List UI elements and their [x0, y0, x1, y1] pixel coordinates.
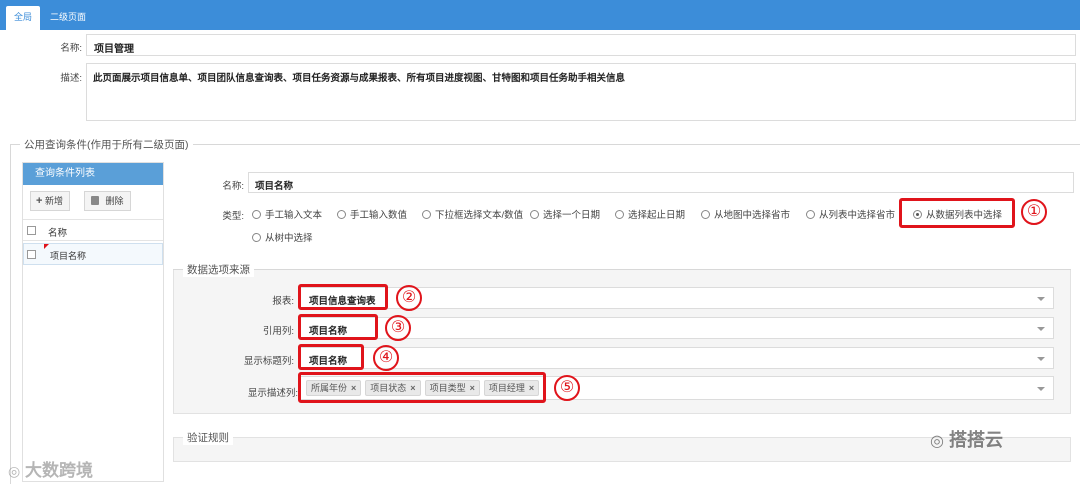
highlight-box-4 [298, 344, 364, 370]
highlight-box-1 [899, 198, 1015, 228]
marker-5: ⑤ [554, 375, 580, 401]
type-radio-list[interactable]: 从列表中选择省市 [806, 207, 895, 221]
desc-col-label: 显示描述列: [247, 388, 298, 399]
watermark-right: ◎ 搭搭云 [930, 430, 1003, 450]
list-header-row: 名称 [23, 219, 163, 241]
add-label: 新增 [44, 196, 63, 206]
radio-icon [252, 210, 261, 219]
marker-1: ① [1021, 199, 1047, 225]
detail-name-value: 项目名称 [255, 181, 294, 192]
chevron-down-icon [1037, 297, 1045, 301]
detail-name-field[interactable]: 项目名称 [248, 172, 1074, 193]
data-source-legend: 数据选项来源 [183, 262, 254, 277]
highlight-box-2 [298, 284, 388, 310]
type-radio-text[interactable]: 手工输入文本 [252, 207, 322, 221]
name-field[interactable]: 项目管理 [86, 34, 1076, 56]
trash-icon [91, 196, 99, 205]
marker-4: ④ [373, 345, 399, 371]
radio-icon [615, 210, 624, 219]
type-radio-date-range[interactable]: 选择起止日期 [615, 207, 685, 221]
top-tab-bar: 全局 二级页面 [0, 0, 1080, 30]
name-value: 项目管理 [94, 44, 134, 55]
title-col-label: 显示标题列: [243, 356, 294, 367]
highlight-box-3 [298, 314, 378, 340]
add-button[interactable]: + 新增 [30, 191, 70, 211]
radio-icon [337, 210, 346, 219]
radio-icon [252, 233, 261, 242]
delete-button[interactable]: 删除 [84, 191, 131, 211]
radio-icon [701, 210, 710, 219]
type-radio-tree[interactable]: 从树中选择 [252, 230, 313, 244]
desc-field[interactable]: 此页面展示项目信息单、项目团队信息查询表、项目任务资源与成果报表、所有项目进度视… [86, 63, 1076, 121]
desc-value: 此页面展示项目信息单、项目团队信息查询表、项目任务资源与成果报表、所有项目进度视… [93, 73, 626, 84]
select-all-checkbox[interactable] [27, 226, 36, 235]
title-col-select[interactable]: 项目名称 [300, 347, 1054, 369]
query-list-title: 查询条件列表 [23, 163, 163, 185]
marker-2: ② [396, 285, 422, 311]
radio-icon [422, 210, 431, 219]
type-radio-date[interactable]: 选择一个日期 [530, 207, 600, 221]
detail-name-label: 名称: [222, 181, 244, 192]
public-query-legend: 公用查询条件(作用于所有二级页面) [20, 137, 193, 152]
type-label: 类型: [222, 211, 244, 222]
delete-label: 删除 [105, 196, 124, 206]
chevron-down-icon [1037, 327, 1045, 331]
report-label: 报表: [272, 296, 294, 307]
validation-legend: 验证规则 [183, 430, 233, 445]
ref-col-label: 引用列: [262, 326, 294, 337]
type-radio-number[interactable]: 手工输入数值 [337, 207, 407, 221]
list-row-label: 项目名称 [50, 251, 87, 261]
tab-secondary-page[interactable]: 二级页面 [42, 6, 94, 30]
chevron-down-icon [1037, 387, 1045, 391]
highlight-box-5 [298, 372, 546, 403]
type-radio-dropdown[interactable]: 下拉框选择文本/数值 [422, 207, 523, 221]
tab-global[interactable]: 全局 [6, 6, 41, 30]
type-radio-map[interactable]: 从地图中选择省市 [701, 207, 790, 221]
row-marker-icon [44, 244, 49, 249]
fieldset-border-left [10, 144, 11, 484]
plus-icon: + [36, 195, 43, 207]
wechat-icon: ◎ [930, 433, 944, 450]
marker-3: ③ [385, 315, 411, 341]
wechat-icon: ◎ [8, 463, 21, 479]
name-label: 名称: [60, 43, 82, 54]
desc-label: 描述: [60, 73, 82, 84]
list-row[interactable]: 项目名称 [23, 243, 163, 265]
data-source-border [173, 269, 1071, 270]
radio-icon [806, 210, 815, 219]
row-checkbox[interactable] [27, 250, 36, 259]
ref-col-select[interactable]: 项目名称 [300, 317, 1054, 339]
watermark-left: ◎ 大数跨境 [8, 461, 93, 480]
chevron-down-icon [1037, 357, 1045, 361]
radio-icon [530, 210, 539, 219]
list-col-header: 名称 [48, 228, 68, 239]
